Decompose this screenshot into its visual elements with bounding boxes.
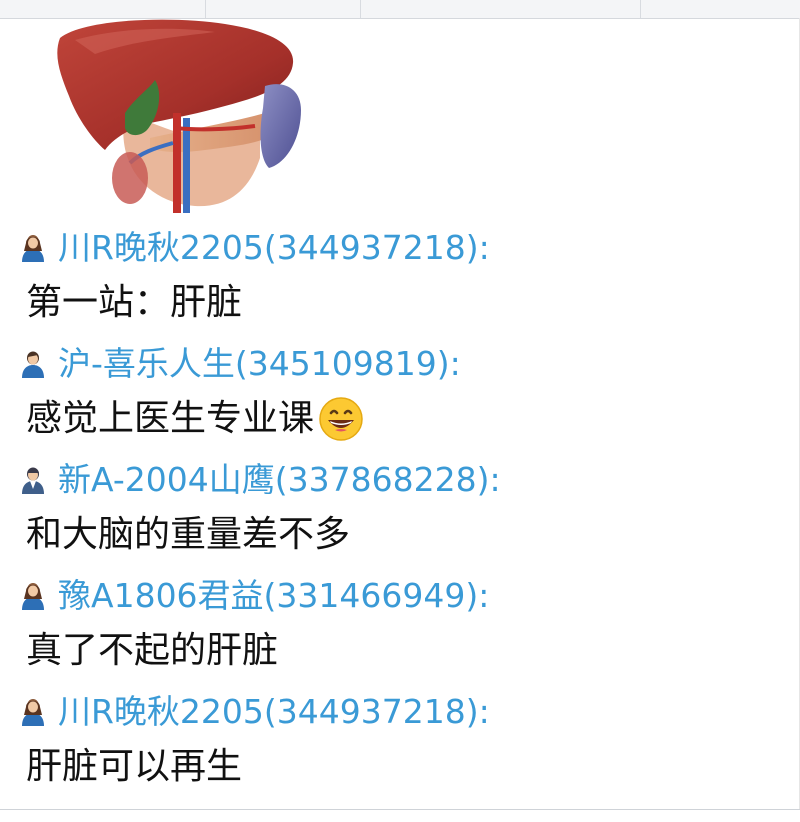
message-sender[interactable]: 豫A1806君益(331466949): — [20, 574, 489, 618]
message-body: 和大脑的重量差不多 — [26, 514, 351, 555]
message-sender[interactable]: 川R晚秋2205(344937218): — [20, 690, 490, 734]
female-user-icon — [22, 583, 44, 610]
chat-message: 新A-2004山鹰(337868228): 和大脑的重量差不多 — [0, 450, 800, 566]
message-sender[interactable]: 川R晚秋2205(344937218): — [20, 226, 490, 270]
message-sender[interactable]: 沪-喜乐人生(345109819): — [20, 342, 461, 386]
chat-message: 川R晚秋2205(344937218): 肝脏可以再生 — [0, 682, 800, 798]
tab-3[interactable] — [360, 0, 641, 18]
sender-name[interactable]: 豫A1806君益(331466949): — [58, 574, 489, 618]
chat-message: 沪-喜乐人生(345109819): 感觉上医生专业课 — [0, 334, 800, 450]
grinning-face-icon — [319, 397, 363, 441]
message-body: 感觉上医生专业课 — [26, 398, 315, 439]
message-list: 川R晚秋2205(344937218): 第一站：肝脏 沪-喜乐人生(34510… — [0, 218, 800, 798]
sender-name[interactable]: 沪-喜乐人生(345109819): — [58, 342, 461, 386]
sender-name[interactable]: 川R晚秋2205(344937218): — [58, 226, 490, 270]
female-user-icon — [22, 699, 44, 726]
tab-1[interactable] — [0, 0, 206, 18]
liver-image[interactable] — [55, 18, 303, 213]
message-text: 感觉上医生专业课 — [26, 396, 364, 442]
message-text: 和大脑的重量差不多 — [26, 512, 350, 558]
sender-name[interactable]: 川R晚秋2205(344937218): — [58, 690, 490, 734]
message-body: 肝脏可以再生 — [26, 746, 243, 787]
message-sender[interactable]: 新A-2004山鹰(337868228): — [20, 458, 501, 502]
message-text: 第一站：肝脏 — [26, 280, 242, 326]
message-text: 真了不起的肝脏 — [26, 628, 278, 674]
bottom-divider — [0, 809, 800, 822]
tab-4[interactable] — [640, 0, 800, 18]
user-icon — [22, 467, 44, 494]
male-user-icon — [22, 351, 44, 378]
chat-message: 川R晚秋2205(344937218): 第一站：肝脏 — [0, 218, 800, 334]
female-user-icon — [22, 235, 44, 262]
chat-message: 豫A1806君益(331466949): 真了不起的肝脏 — [0, 566, 800, 682]
tab-2[interactable] — [205, 0, 361, 18]
liver-anatomy-illustration-icon — [57, 19, 301, 213]
message-body: 第一站：肝脏 — [26, 282, 243, 323]
sender-name[interactable]: 新A-2004山鹰(337868228): — [58, 458, 501, 502]
message-text: 肝脏可以再生 — [26, 744, 242, 790]
chat-window: 川R晚秋2205(344937218): 第一站：肝脏 沪-喜乐人生(34510… — [0, 0, 800, 822]
message-body: 真了不起的肝脏 — [26, 630, 279, 671]
tab-strip — [0, 0, 800, 19]
